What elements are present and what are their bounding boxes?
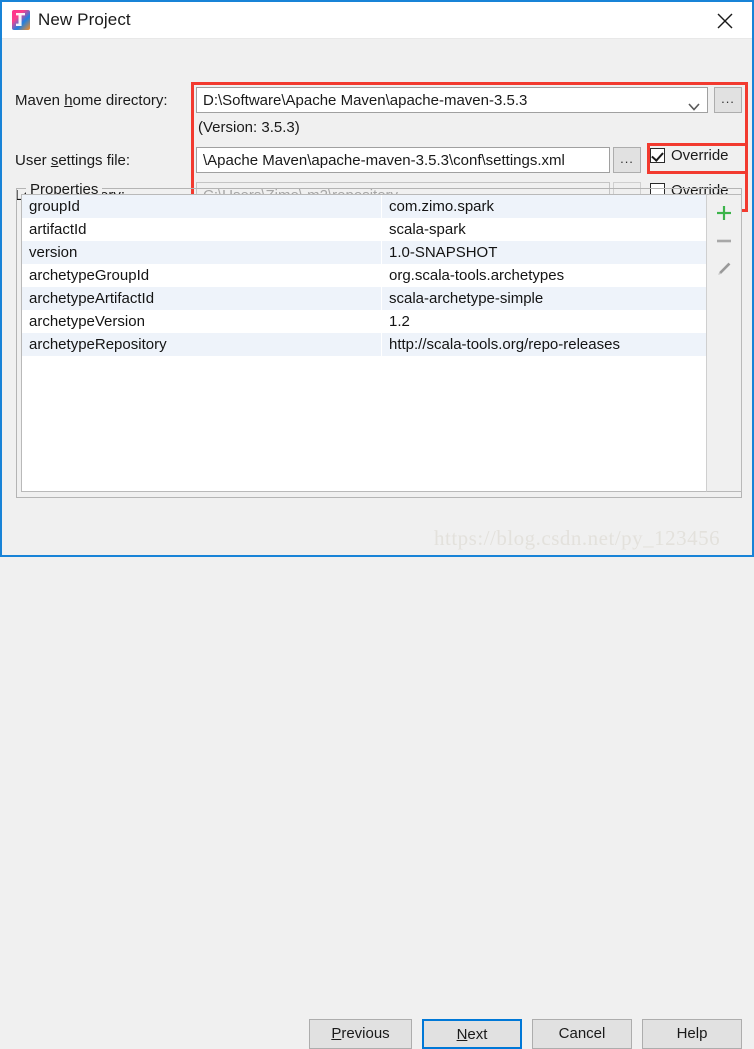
property-key: groupId	[22, 195, 382, 218]
new-project-dialog: New Project Maven home directory: User s…	[0, 0, 754, 1049]
table-row[interactable]: artifactId scala-spark	[22, 218, 737, 241]
add-property-button[interactable]	[707, 199, 741, 225]
property-key: archetypeArtifactId	[22, 287, 382, 310]
cancel-button[interactable]: Cancel	[532, 1019, 632, 1049]
property-value: scala-archetype-simple	[381, 287, 737, 310]
chevron-down-icon[interactable]	[688, 96, 700, 111]
maven-home-browse-button[interactable]: ...	[714, 87, 742, 113]
property-value: scala-spark	[381, 218, 737, 241]
properties-table-body: groupId com.zimo.spark artifactId scala-spa…	[22, 195, 737, 356]
user-settings-browse-button[interactable]: ...	[613, 147, 641, 173]
maven-home-value: D:\Software\Apache Maven\apache-maven-3.…	[203, 92, 528, 109]
property-key: archetypeGroupId	[29, 267, 150, 284]
edit-property-button[interactable]	[707, 255, 741, 281]
maven-home-combobox[interactable]: D:\Software\Apache Maven\apache-maven-3.…	[196, 87, 708, 113]
maven-settings-form: Maven home directory: User settings file…	[2, 39, 752, 212]
property-key: artifactId	[29, 221, 87, 238]
table-row[interactable]: version 1.0-SNAPSHOT	[22, 241, 737, 264]
table-row[interactable]: groupId com.zimo.spark	[22, 195, 737, 218]
user-settings-label: User settings file:	[15, 152, 131, 169]
property-value: 1.0-SNAPSHOT	[381, 241, 737, 264]
maven-home-label: Maven home directory:	[15, 92, 168, 109]
property-value: http://scala-tools.org/repo-releases	[381, 333, 737, 356]
title-bar: New Project	[2, 2, 752, 39]
table-row[interactable]: archetypeGroupId org.scala-tools.archetyp…	[22, 264, 737, 287]
property-key: archetypeRepository	[22, 333, 382, 356]
intellij-idea-icon	[12, 10, 30, 30]
property-key: archetypeVersion	[29, 313, 145, 330]
dialog-button-bar: Previous Next Cancel Help	[2, 500, 752, 1049]
property-value: com.zimo.spark	[381, 195, 737, 218]
user-settings-override-label: Override	[671, 147, 729, 164]
maven-version-note: (Version: 3.5.3)	[198, 119, 300, 136]
table-row[interactable]: archetypeVersion 1.2	[22, 310, 737, 333]
property-key: version	[22, 241, 382, 264]
help-button[interactable]: Help	[642, 1019, 742, 1049]
close-icon[interactable]	[712, 8, 738, 32]
user-settings-input[interactable]: \Apache Maven\apache-maven-3.5.3\conf\se…	[196, 147, 610, 173]
remove-property-button[interactable]	[707, 227, 741, 253]
table-row[interactable]: archetypeArtifactId scala-archetype-simpl…	[22, 287, 737, 310]
user-settings-override-checkbox[interactable]: Override	[650, 147, 729, 165]
window-title: New Project	[38, 10, 131, 29]
properties-toolbar	[706, 194, 742, 492]
property-value: 1.2	[381, 310, 737, 333]
checkbox-checked-icon[interactable]	[650, 148, 665, 163]
property-value: org.scala-tools.archetypes	[381, 264, 737, 287]
table-row[interactable]: archetypeRepository http://scala-tools.or…	[22, 333, 737, 356]
next-button[interactable]: Next	[422, 1019, 522, 1049]
previous-button[interactable]: Previous	[309, 1019, 412, 1049]
properties-table[interactable]: groupId com.zimo.spark artifactId scala-spa…	[21, 194, 737, 492]
